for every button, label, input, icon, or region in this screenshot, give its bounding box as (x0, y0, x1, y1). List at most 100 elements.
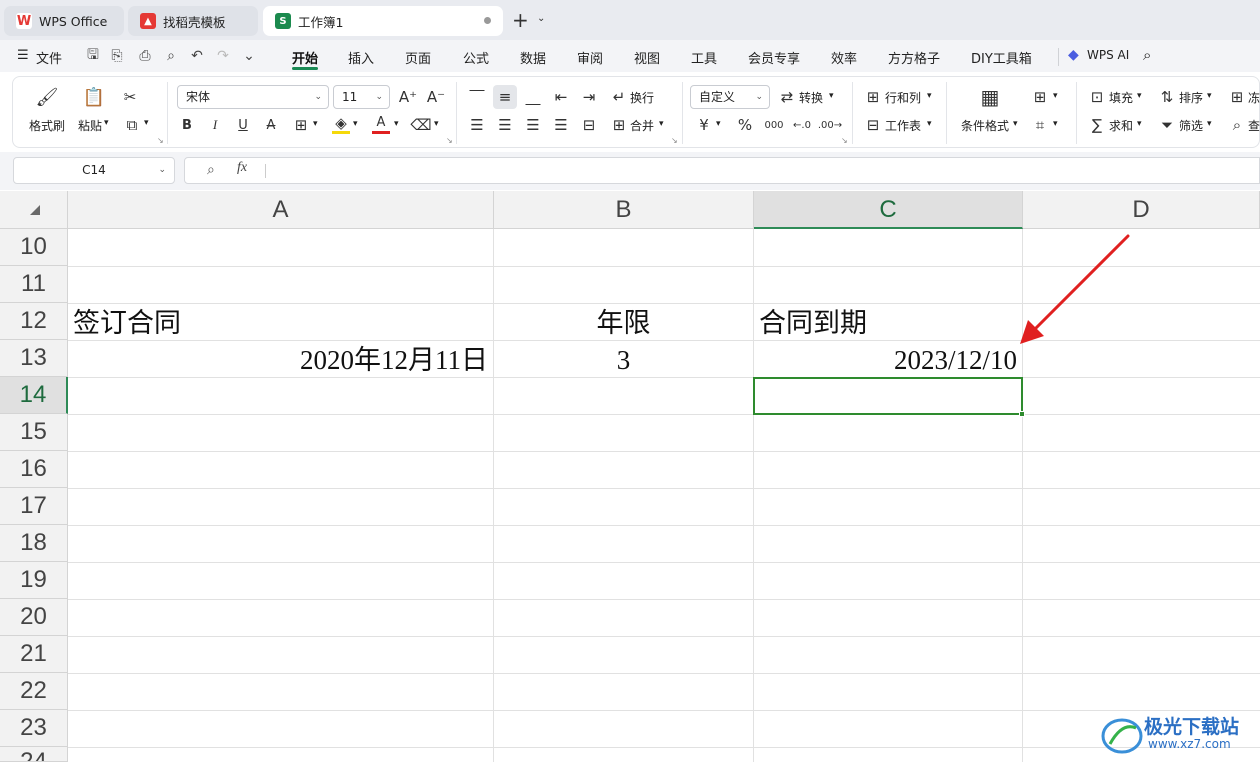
rows-columns-label[interactable]: 行和列 (885, 89, 921, 106)
percent-icon[interactable]: % (736, 116, 754, 134)
tab-docer-templates[interactable]: ▲ 找稻壳模板 (128, 6, 258, 36)
menu-file[interactable]: 文件 (36, 48, 62, 67)
chevron-down-icon[interactable]: ⌄ (240, 47, 258, 65)
menu-insert[interactable]: 插入 (348, 48, 374, 67)
dialog-launcher-icon[interactable]: ↘ (841, 136, 848, 145)
merge-cells-label[interactable]: 合并 (630, 117, 654, 134)
row-header-22[interactable]: 22 (0, 673, 68, 710)
strikethrough-icon[interactable]: A (263, 116, 279, 134)
font-name-select[interactable]: 宋体 ⌄ (177, 85, 329, 109)
chevron-down-icon[interactable]: ▾ (1053, 91, 1058, 101)
chevron-down-icon[interactable]: ⌄ (537, 13, 545, 24)
row-header-14[interactable]: 14 (0, 377, 68, 414)
distributed-icon[interactable]: ⊟ (580, 116, 598, 134)
cut-icon[interactable]: ✂ (120, 88, 140, 106)
row-header-23[interactable]: 23 (0, 710, 68, 747)
row-header-13[interactable]: 13 (0, 340, 68, 377)
name-box[interactable]: C14 ⌄ (13, 157, 175, 184)
freeze-icon[interactable]: ⊞ (1228, 88, 1246, 106)
share-icon[interactable]: ⎘ (108, 47, 126, 65)
column-header-c[interactable]: C (754, 191, 1023, 229)
save-icon[interactable]: 🖫 (84, 47, 102, 65)
copy-icon[interactable]: ⧉ (122, 116, 142, 134)
fx-icon[interactable]: fx (237, 160, 247, 176)
menu-member[interactable]: 会员专享 (748, 48, 800, 67)
decrease-indent-icon[interactable]: ⇤ (552, 88, 570, 106)
chevron-down-icon[interactable]: ▾ (394, 119, 399, 129)
merge-cells-icon[interactable]: ⊞ (610, 116, 628, 134)
new-tab-plus-icon[interactable]: + (512, 8, 529, 32)
sum-icon[interactable]: ∑ (1088, 116, 1106, 134)
freeze-label[interactable]: 冻 (1248, 89, 1260, 106)
row-header-12[interactable]: 12 (0, 303, 68, 340)
wrap-text-icon[interactable]: ↵ (610, 88, 628, 106)
cell-style-icon[interactable]: ⊞ (1031, 88, 1049, 106)
row-header-16[interactable]: 16 (0, 451, 68, 488)
row-header-15[interactable]: 15 (0, 414, 68, 451)
font-color-icon[interactable]: A (372, 114, 390, 134)
find-label[interactable]: 查 (1248, 117, 1260, 134)
cell-b13[interactable]: 3 (494, 340, 753, 377)
chevron-down-icon[interactable]: ▾ (1207, 119, 1212, 129)
align-bottom-icon[interactable]: ⎽ (524, 88, 542, 106)
increase-decimal-icon[interactable]: ←.0 (792, 116, 812, 134)
chevron-down-icon[interactable]: ▾ (353, 119, 358, 129)
align-left-icon[interactable]: ☰ (468, 116, 486, 134)
number-format-select[interactable]: 自定义 ⌄ (690, 85, 770, 109)
align-center-icon[interactable]: ☰ (496, 116, 514, 134)
tab-wps-office[interactable]: W WPS Office (4, 6, 124, 36)
menu-home[interactable]: 开始 (292, 48, 318, 67)
row-header-21[interactable]: 21 (0, 636, 68, 673)
chevron-down-icon[interactable]: ▾ (829, 91, 834, 101)
fill-label[interactable]: 填充 (1109, 89, 1133, 106)
menu-diy-toolbox[interactable]: DIY工具箱 (971, 48, 1032, 67)
menu-view[interactable]: 视图 (634, 48, 660, 67)
paste-icon[interactable]: 📋 (82, 86, 106, 108)
convert-icon[interactable]: ⇄ (778, 88, 796, 106)
row-header-20[interactable]: 20 (0, 599, 68, 636)
chevron-down-icon[interactable]: ▾ (1137, 119, 1142, 129)
row-header-19[interactable]: 19 (0, 562, 68, 599)
redo-icon[interactable]: ↷ (214, 47, 232, 65)
print-icon[interactable]: ⎙ (136, 47, 154, 65)
align-right-icon[interactable]: ☰ (524, 116, 542, 134)
decrease-font-icon[interactable]: A⁻ (426, 87, 446, 107)
sort-label[interactable]: 排序 (1179, 89, 1203, 106)
chevron-down-icon[interactable]: ▾ (716, 119, 721, 129)
chevron-down-icon[interactable]: ▾ (434, 119, 439, 129)
hamburger-menu-icon[interactable]: ☰ (17, 48, 29, 63)
fill-color-icon[interactable]: ◈ (332, 114, 350, 134)
chevron-down-icon[interactable]: ▾ (1207, 91, 1212, 101)
menu-page[interactable]: 页面 (405, 48, 431, 67)
align-top-icon[interactable]: ⎺ (468, 88, 486, 106)
select-all-corner[interactable] (0, 191, 68, 229)
chevron-down-icon[interactable]: ▾ (1053, 119, 1058, 129)
justify-icon[interactable]: ☰ (552, 116, 570, 134)
column-header-b[interactable]: B (494, 191, 754, 229)
row-header-18[interactable]: 18 (0, 525, 68, 562)
row-header-24[interactable]: 24 (0, 747, 68, 762)
selected-cell-c14[interactable] (753, 377, 1023, 415)
formula-input[interactable]: ⌕ fx (184, 157, 1260, 184)
cell-c12[interactable]: 合同到期 (754, 303, 1022, 340)
worksheet-icon[interactable]: ⊟ (864, 116, 882, 134)
format-painter-label[interactable]: 格式刷 (29, 117, 65, 134)
cell-a13[interactable]: 2020年12月11日 (68, 340, 493, 377)
cell-a12[interactable]: 签订合同 (68, 303, 493, 340)
search-icon[interactable]: ⌕ (1143, 46, 1151, 64)
clear-format-icon[interactable]: ⌫ (410, 116, 431, 134)
underline-icon[interactable]: U (235, 116, 251, 134)
font-size-select[interactable]: 11 ⌄ (333, 85, 390, 109)
fill-icon[interactable]: ⊡ (1088, 88, 1106, 106)
worksheet-label[interactable]: 工作表 (885, 117, 921, 134)
dialog-launcher-icon[interactable]: ↘ (157, 136, 164, 145)
column-header-d[interactable]: D (1023, 191, 1260, 229)
tab-workbook[interactable]: S 工作簿1 (263, 6, 503, 36)
bold-icon[interactable]: B (179, 116, 195, 134)
filter-icon[interactable]: ⏷ (1158, 116, 1176, 134)
wrap-text-label[interactable]: 换行 (630, 89, 654, 106)
paste-label[interactable]: 粘贴 (78, 117, 102, 134)
conditional-format-label[interactable]: 条件格式 (961, 117, 1009, 134)
chevron-down-icon[interactable]: ▾ (1013, 119, 1018, 129)
dialog-launcher-icon[interactable]: ↘ (446, 136, 453, 145)
